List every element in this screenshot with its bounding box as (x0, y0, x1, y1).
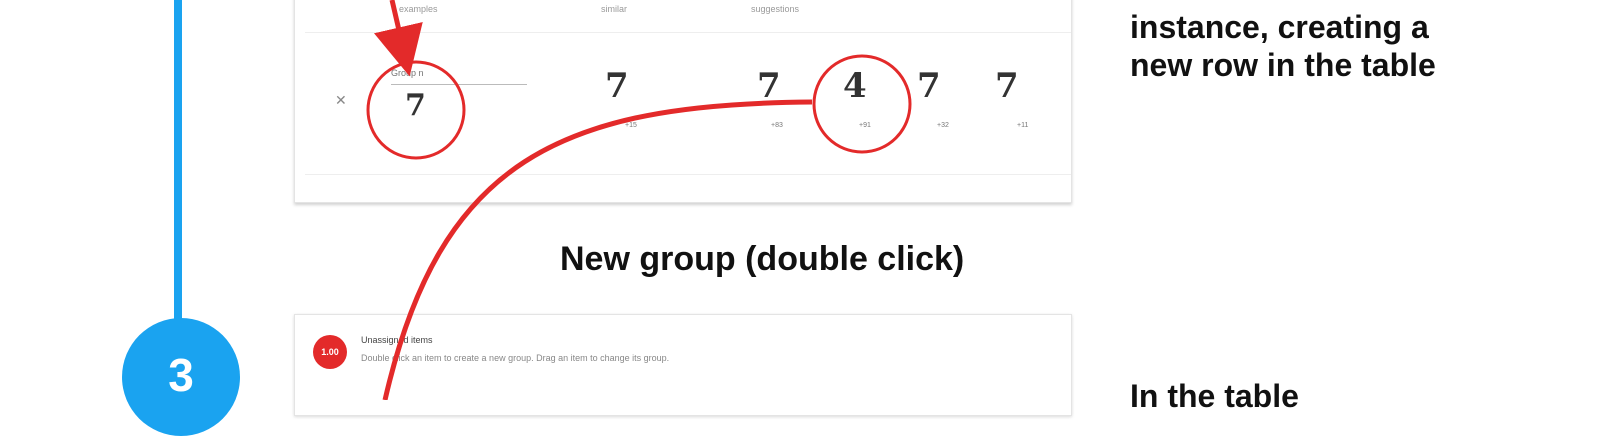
down-arrow (374, 0, 423, 77)
highlight-circle-example (366, 60, 466, 160)
highlight-circle-suggestion (812, 54, 912, 154)
annotation-overlay (366, 0, 912, 400)
